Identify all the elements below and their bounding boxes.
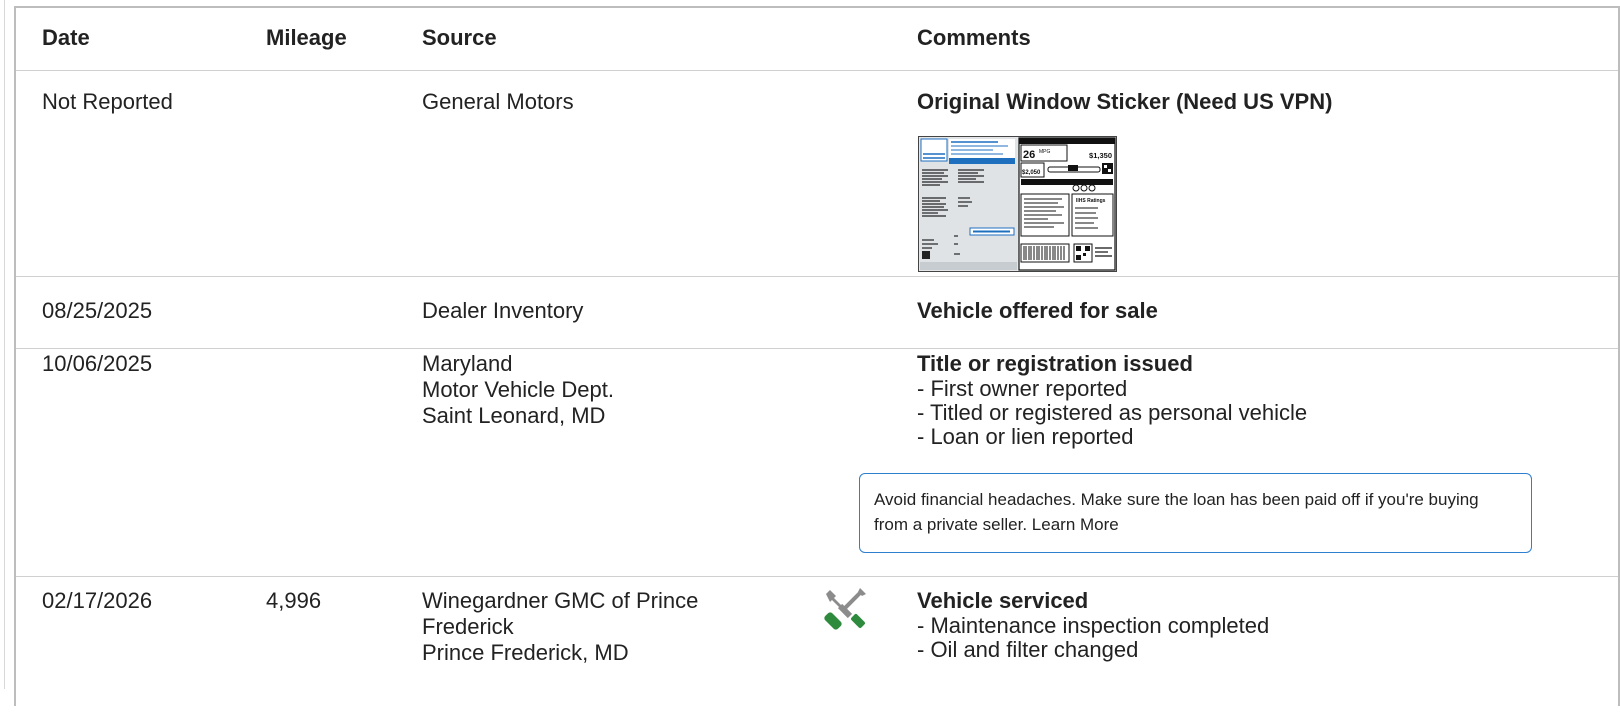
row-mileage: 4,996: [266, 588, 322, 613]
loan-tip-box: Avoid financial headaches. Make sure the…: [859, 473, 1532, 553]
row-source: Maryland Motor Vehicle Dept. Saint Leona…: [422, 351, 614, 429]
learn-more-link[interactable]: Learn More: [1032, 515, 1119, 534]
header-mileage: Mileage: [266, 25, 347, 50]
source-line: General Motors: [422, 89, 574, 114]
window-sticker-thumbnail[interactable]: 26 MPG $1,350 $2,050 IIHS Ratings: [918, 136, 1117, 272]
row-comment-title: Original Window Sticker (Need US VPN): [917, 89, 1333, 114]
source-line: Prince Frederick, MD: [422, 640, 629, 665]
sticker-mpg: 26: [1023, 149, 1035, 161]
header-comments: Comments: [917, 25, 1031, 50]
sticker-mpg-unit: MPG: [1039, 149, 1051, 155]
row-comment: Title or registration issued - First own…: [917, 351, 1307, 449]
sticker-savings: $2,050: [1022, 170, 1041, 176]
table-row: 08/25/2025 Dealer Inventory Vehicle offe…: [16, 276, 1618, 349]
row-source: General Motors: [422, 89, 574, 115]
sticker-fuel-cost: $1,350: [1089, 151, 1112, 160]
comment-detail: - Titled or registered as personal vehic…: [917, 400, 1308, 425]
source-line: Motor Vehicle Dept.: [422, 377, 614, 402]
row-comment-title: Vehicle offered for sale: [917, 298, 1158, 323]
header-source: Source: [422, 25, 497, 50]
sticker-ratings: IIHS Ratings: [1076, 198, 1106, 204]
row-date: 08/25/2025: [42, 298, 153, 323]
header-date: Date: [42, 25, 90, 50]
source-line: Winegardner GMC of Prince: [422, 588, 699, 613]
row-date: Not Reported: [42, 89, 173, 114]
source-line: Dealer Inventory: [422, 298, 584, 323]
page-left-rule: [4, 0, 5, 689]
row-source: Dealer Inventory: [422, 298, 583, 324]
table-row: 02/17/2026 4,996 Winegardner GMC of Prin…: [16, 576, 1618, 716]
row-date: 02/17/2026: [42, 588, 153, 613]
service-wrench-screwdriver-icon: [824, 588, 866, 630]
row-date: 10/06/2025: [42, 351, 153, 376]
vehicle-history-table: Date Mileage Source Comments Not Reporte…: [14, 6, 1620, 706]
comment-detail: - Oil and filter changed: [917, 637, 1139, 662]
row-comment-title: Title or registration issued: [917, 351, 1193, 376]
source-line: Maryland: [422, 351, 513, 376]
row-comment-title: Vehicle serviced: [917, 588, 1089, 613]
comment-detail: - First owner reported: [917, 376, 1128, 401]
source-line: Saint Leonard, MD: [422, 403, 606, 428]
row-source: Winegardner GMC of Prince Frederick Prin…: [422, 588, 698, 666]
source-line: Frederick: [422, 614, 514, 639]
table-row: Not Reported General Motors Original Win…: [16, 70, 1618, 277]
comment-detail: - Maintenance inspection completed: [917, 613, 1270, 638]
loan-tip-text: Avoid financial headaches. Make sure the…: [874, 490, 1479, 534]
row-comment: Vehicle serviced - Maintenance inspectio…: [917, 588, 1269, 662]
comment-detail: - Loan or lien reported: [917, 424, 1134, 449]
table-header: Date Mileage Source Comments: [16, 8, 1618, 71]
